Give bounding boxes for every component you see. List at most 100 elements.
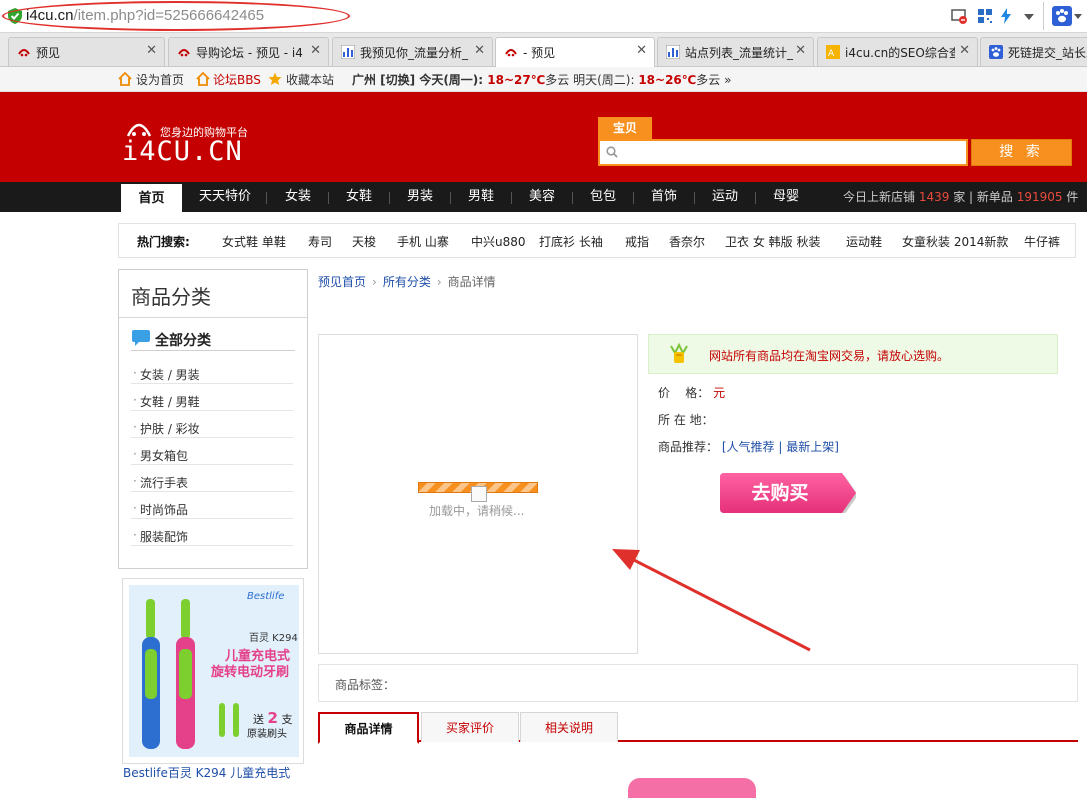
category-item[interactable]: · 流行手表 <box>131 470 293 492</box>
nav-divider <box>755 192 756 204</box>
qr-code-icon[interactable] <box>977 8 993 24</box>
ad-headline-2: 旋转电动牙刷 <box>211 665 290 680</box>
close-icon[interactable]: ✕ <box>959 43 970 58</box>
stats-label: 家 | 新单品 <box>953 190 1013 204</box>
ad-model: 百灵 K294 <box>249 633 298 644</box>
weather-tomorrow-range: 18~26℃ <box>638 73 697 87</box>
weather-today-range: 18~27℃ <box>487 73 546 87</box>
nav-item-women-clothing[interactable]: 女装 <box>272 182 324 212</box>
search-button[interactable]: 搜 索 <box>971 139 1072 166</box>
hot-keyword[interactable]: 天梭 <box>352 233 376 250</box>
bullet: · <box>133 366 137 380</box>
nav-item-home[interactable]: 首页 <box>121 184 182 212</box>
nav-divider <box>511 192 512 204</box>
tab-seo[interactable]: A i4cu.cn的SEO综合查 ✕ <box>817 37 978 66</box>
nav-item-men-shoes[interactable]: 男鞋 <box>455 182 507 212</box>
category-item[interactable]: · 女装 / 男装 <box>131 362 293 384</box>
recommend-row: 商品推荐： [人气推荐 | 最新上架] <box>658 438 839 455</box>
category-item[interactable]: · 时尚饰品 <box>131 497 293 519</box>
sidebar-ad[interactable]: Bestlife 百灵 K294 儿童充电式 旋转电动牙刷 送 2 支 原装刷头 <box>122 578 304 764</box>
dropdown-arrow-icon[interactable] <box>1021 9 1037 25</box>
trust-notice: 网站所有商品均在淘宝网交易，请放心选购。 <box>648 334 1058 374</box>
category-item[interactable]: · 男女箱包 <box>131 443 293 465</box>
lightning-icon[interactable] <box>998 8 1014 24</box>
hot-search-label: 热门搜索: <box>137 235 190 249</box>
close-icon[interactable]: ✕ <box>146 43 157 58</box>
category-item[interactable]: · 护肤 / 彩妆 <box>131 416 293 438</box>
hot-keyword[interactable]: 香奈尔 <box>669 233 705 250</box>
hot-keyword[interactable]: 女式鞋 单鞋 <box>222 233 286 250</box>
nav-divider <box>328 192 329 204</box>
tab-current[interactable]: - 预见 ✕ <box>495 37 655 67</box>
buy-button[interactable]: 去购买 <box>720 473 856 513</box>
tab-forum[interactable]: 导购论坛 - 预见 - i4 ✕ <box>168 37 329 66</box>
ad-caption-link[interactable]: Bestlife百灵 K294 儿童充电式 <box>123 764 303 781</box>
hot-keyword[interactable]: 手机 山寨 <box>397 233 449 250</box>
hot-keyword[interactable]: 中兴u880 <box>471 233 526 250</box>
bullet: · <box>133 393 137 407</box>
home-icon <box>118 72 132 86</box>
tab-related-info[interactable]: 相关说明 <box>520 712 618 742</box>
category-panel: 商品分类 全部分类 · 女装 / 男装 · 女鞋 / 男鞋 · 护肤 / 彩妆 · 男女… <box>118 269 308 569</box>
tab-deadlink[interactable]: 死链提交_站长工 <box>980 37 1087 66</box>
forum-link[interactable]: 论坛BBS <box>213 71 261 88</box>
search-input[interactable] <box>600 141 966 164</box>
loading-text: 加载中，请稍候... <box>429 504 525 518</box>
tab-site-list[interactable]: 站点列表_流量统计_ ✕ <box>657 37 814 66</box>
product-tags-box: 商品标签： <box>318 664 1078 702</box>
tab-product-details[interactable]: 商品详情 <box>318 712 419 744</box>
close-icon[interactable]: ✕ <box>636 43 647 58</box>
category-item-label: 女鞋 / 男鞋 <box>140 395 200 409</box>
hot-keyword[interactable]: 打底衫 长袖 <box>539 233 603 250</box>
hot-keyword[interactable]: 卫衣 女 韩版 秋装 <box>725 233 820 250</box>
popular-recommend-link[interactable]: 人气推荐 <box>727 440 775 454</box>
hot-search-bar: 热门搜索: 女式鞋 单鞋 寿司 天梭 手机 山寨 中兴u880 打底衫 长袖 戒… <box>118 223 1076 258</box>
divider <box>131 350 295 351</box>
tab-traffic-analysis[interactable]: 我预见你_流量分析_ ✕ <box>332 37 493 66</box>
nav-item-women-shoes[interactable]: 女鞋 <box>333 182 385 212</box>
close-icon[interactable]: ✕ <box>474 43 485 58</box>
nav-item-baby[interactable]: 母婴 <box>760 182 812 212</box>
buy-button-partial[interactable] <box>628 778 756 798</box>
tab-title: 我预见你_流量分析_ <box>360 46 469 60</box>
category-item-label: 时尚饰品 <box>140 503 189 517</box>
breadcrumb-all-categories[interactable]: 所有分类 <box>383 275 431 289</box>
site-logo[interactable]: i4CU.CN <box>122 136 243 167</box>
category-item[interactable]: · 服装配饰 <box>131 524 293 546</box>
set-homepage-link[interactable]: 设为首页 <box>136 71 184 88</box>
search-input-wrapper <box>598 139 968 166</box>
search-tab-items[interactable]: 宝贝 <box>598 117 652 139</box>
breadcrumb-home[interactable]: 预见首页 <box>318 275 366 289</box>
tab-buyer-reviews[interactable]: 买家评价 <box>421 712 519 742</box>
ad-brand: Bestlife <box>247 591 285 602</box>
add-favorite-link[interactable]: 收藏本站 <box>286 71 334 88</box>
main-nav: 首页 天天特价 女装 女鞋 男装 男鞋 美容 包包 首饰 运动 母婴 今日上新店… <box>0 182 1087 212</box>
weather-today-desc: 多云 明天(周二): <box>545 73 639 87</box>
nav-item-sports[interactable]: 运动 <box>699 182 751 212</box>
product-image-box[interactable]: 加载中，请稍候... <box>318 334 638 654</box>
address-bar[interactable]: i4cu.cn/item.php?id=525666642465 <box>0 0 1087 33</box>
nav-item-jewelry[interactable]: 首饰 <box>638 182 690 212</box>
hot-keyword[interactable]: 寿司 <box>308 233 332 250</box>
baidu-dropdown-icon[interactable] <box>1073 10 1083 22</box>
baidu-paw-icon[interactable] <box>1052 6 1072 26</box>
all-categories-label[interactable]: 全部分类 <box>155 330 211 350</box>
bullet: · <box>133 501 137 515</box>
nav-divider <box>450 192 451 204</box>
tab-yujian[interactable]: 预见 ✕ <box>8 37 165 66</box>
hot-keyword[interactable]: 运动鞋 <box>846 233 882 250</box>
screen-capture-icon[interactable] <box>951 8 967 24</box>
hot-keyword[interactable]: 戒指 <box>625 233 649 250</box>
nav-item-beauty[interactable]: 美容 <box>516 182 568 212</box>
category-item[interactable]: · 女鞋 / 男鞋 <box>131 389 293 411</box>
close-icon[interactable]: ✕ <box>795 43 806 58</box>
nav-item-bags[interactable]: 包包 <box>577 182 629 212</box>
close-icon[interactable]: ✕ <box>310 43 321 58</box>
hot-keyword[interactable]: 女童秋装 2014新款 <box>902 233 1008 250</box>
new-arrivals-link[interactable]: 最新上架 <box>786 440 834 454</box>
nav-divider <box>266 192 267 204</box>
hot-keyword[interactable]: 牛仔裤 <box>1024 233 1060 250</box>
nav-item-men-clothing[interactable]: 男装 <box>394 182 446 212</box>
weather-widget[interactable]: 广州 [切换] 今天(周一): 18~27℃多云 明天(周二): 18~26℃多… <box>352 71 731 88</box>
nav-item-daily-deals[interactable]: 天天特价 <box>190 182 260 212</box>
